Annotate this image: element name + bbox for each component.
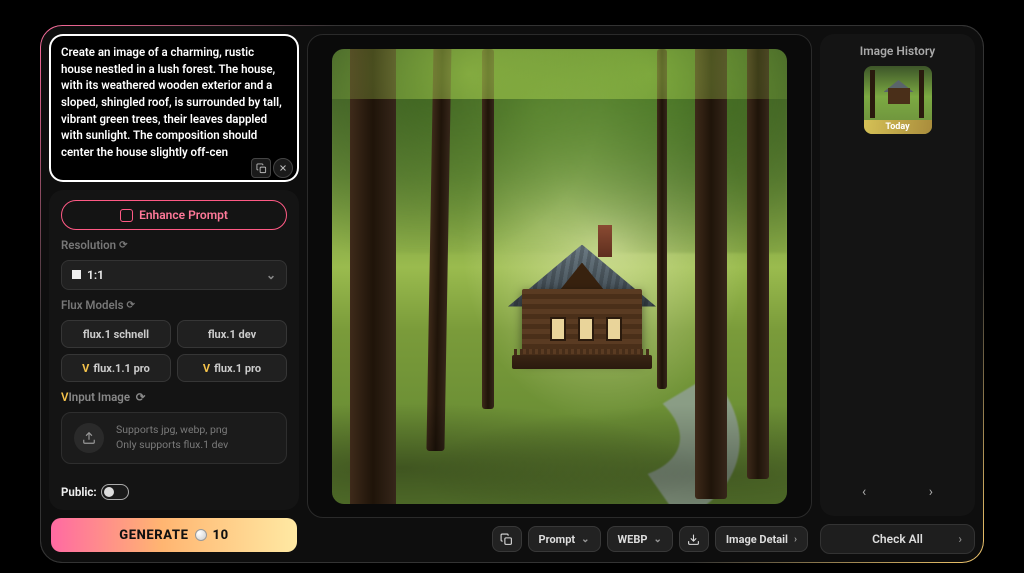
image-viewer <box>307 34 812 518</box>
models-label: Flux Models ⟳ <box>61 298 287 312</box>
history-pager: ‹ › <box>830 478 965 506</box>
chevron-down-icon: ⌄ <box>266 268 276 282</box>
prompt-container: Create an image of a charming, rustic ho… <box>49 34 299 182</box>
prompt-dropdown[interactable]: Prompt ⌄ <box>528 526 601 552</box>
model-flux1-pro[interactable]: Vflux.1 pro <box>177 354 287 382</box>
upload-icon <box>74 423 104 453</box>
resolution-value: 1:1 <box>87 268 104 282</box>
copy-prompt-button[interactable] <box>251 158 271 178</box>
input-image-label: VInput Image ⟳ <box>61 390 287 404</box>
close-icon <box>278 163 288 173</box>
chevron-right-icon: › <box>794 534 797 545</box>
thumbnail-label: Today <box>864 120 932 134</box>
public-label: Public: <box>61 485 97 499</box>
square-icon <box>72 270 81 279</box>
format-dropdown[interactable]: WEBP ⌄ <box>607 526 673 552</box>
refresh-icon: ⟳ <box>127 300 135 311</box>
image-detail-button[interactable]: Image Detail › <box>715 526 808 552</box>
enhance-prompt-button[interactable]: Enhance Prompt <box>61 200 287 230</box>
model-flux1-schnell[interactable]: flux.1 schnell <box>61 320 171 348</box>
model-flux11-pro[interactable]: Vflux.1.1 pro <box>61 354 171 382</box>
generated-image[interactable] <box>332 49 787 504</box>
crown-icon: V <box>203 362 210 375</box>
crown-icon: V <box>82 362 89 375</box>
image-toolbar: Prompt ⌄ WEBP ⌄ Image Detail › <box>307 526 812 554</box>
generate-label: GENERATE <box>119 528 188 543</box>
resolution-label: Resolution ⟳ <box>61 238 287 252</box>
download-button[interactable] <box>679 526 709 552</box>
refresh-icon: ⟳ <box>133 390 146 404</box>
generate-button[interactable]: GENERATE 10 <box>51 518 297 552</box>
copy-image-button[interactable] <box>492 526 522 552</box>
generate-cost: 10 <box>213 528 229 543</box>
settings-panel: Enhance Prompt Resolution ⟳ 1:1 ⌄ Flux M… <box>49 190 299 510</box>
history-title: Image History <box>830 44 965 58</box>
chevron-down-icon: ⌄ <box>581 534 589 545</box>
chevron-right-icon: › <box>958 532 962 546</box>
checkbox-icon <box>120 209 133 222</box>
history-next-button[interactable]: › <box>923 478 939 506</box>
refresh-icon: ⟳ <box>119 240 127 251</box>
copy-icon <box>500 533 513 546</box>
check-all-button[interactable]: Check All › <box>820 524 975 554</box>
copy-icon <box>256 163 267 174</box>
clear-prompt-button[interactable] <box>273 158 293 178</box>
input-image-upload[interactable]: Supports jpg, webp, png Only supports fl… <box>61 412 287 464</box>
coin-icon <box>195 529 207 541</box>
history-prev-button[interactable]: ‹ <box>856 478 872 506</box>
history-thumbnail[interactable]: Today <box>864 66 932 134</box>
model-flux1-dev[interactable]: flux.1 dev <box>177 320 287 348</box>
enhance-label: Enhance Prompt <box>139 208 228 222</box>
upload-hint: Supports jpg, webp, png Only supports fl… <box>116 423 228 452</box>
public-toggle[interactable] <box>101 484 129 500</box>
public-row: Public: <box>61 484 287 500</box>
chevron-down-icon: ⌄ <box>653 534 661 545</box>
download-icon <box>687 533 700 546</box>
history-panel: Image History Today ‹ › <box>820 34 975 516</box>
resolution-select[interactable]: 1:1 ⌄ <box>61 260 287 290</box>
